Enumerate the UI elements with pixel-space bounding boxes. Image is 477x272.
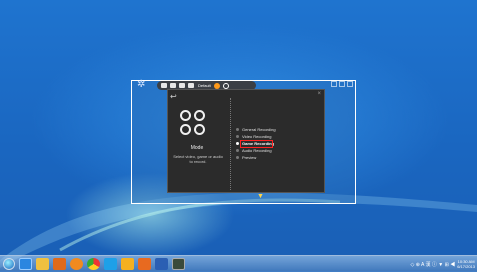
start-button[interactable] (3, 258, 15, 270)
clock[interactable]: 10:30 AM 6/17/2013 (457, 259, 475, 269)
video-icon[interactable] (179, 83, 185, 88)
back-icon[interactable]: ↩ (170, 92, 177, 101)
option-audio-recording[interactable]: Audio Recording (236, 147, 276, 154)
music-icon[interactable] (188, 83, 194, 88)
mode-dialog: ↩ × Mode Select video, game or audio to … (167, 89, 325, 193)
chrome-icon[interactable] (87, 258, 100, 270)
gear-icon[interactable]: ✲ (137, 80, 147, 90)
mode-icon (180, 110, 208, 138)
settings-button[interactable] (222, 82, 229, 89)
recorder-icon[interactable] (172, 258, 185, 270)
record-button[interactable] (213, 82, 220, 89)
monitor-icon[interactable] (161, 83, 167, 88)
close-window-button[interactable] (347, 81, 353, 87)
chevron-down-icon[interactable]: ▼ (257, 193, 264, 200)
profile-label[interactable]: Default (198, 83, 211, 88)
selection-highlight (240, 140, 273, 148)
option-general-recording[interactable]: General Recording (236, 126, 276, 133)
minimize-button[interactable] (331, 81, 337, 87)
media-player-icon[interactable] (53, 258, 66, 270)
firefox-icon[interactable] (70, 258, 83, 270)
divider (230, 98, 232, 190)
system-tray: ◇ ⊕ A 漢 ⓘ ▼ ⊞ ◀ 10:30 AM 6/17/2013 (411, 256, 475, 272)
ie-icon[interactable] (19, 258, 32, 270)
taskbar: ◇ ⊕ A 漢 ⓘ ▼ ⊞ ◀ 10:30 AM 6/17/2013 (0, 255, 477, 272)
word-icon[interactable] (155, 258, 168, 270)
option-preview[interactable]: Preview (236, 154, 276, 161)
skype-icon[interactable] (104, 258, 117, 270)
maximize-button[interactable] (339, 81, 345, 87)
camera-icon[interactable] (170, 83, 176, 88)
close-icon[interactable]: × (317, 91, 321, 97)
mode-description: Select video, game or audio to record. (173, 154, 223, 164)
option-video-recording[interactable]: Video Recording (236, 133, 276, 140)
app-icon[interactable] (121, 258, 134, 270)
tray-icons[interactable]: ◇ ⊕ A 漢 ⓘ ▼ ⊞ ◀ (411, 261, 456, 268)
folder-icon[interactable] (36, 258, 49, 270)
firefox-icon-2[interactable] (138, 258, 151, 270)
mode-title: Mode (190, 145, 204, 151)
clock-date: 6/17/2013 (457, 264, 475, 269)
